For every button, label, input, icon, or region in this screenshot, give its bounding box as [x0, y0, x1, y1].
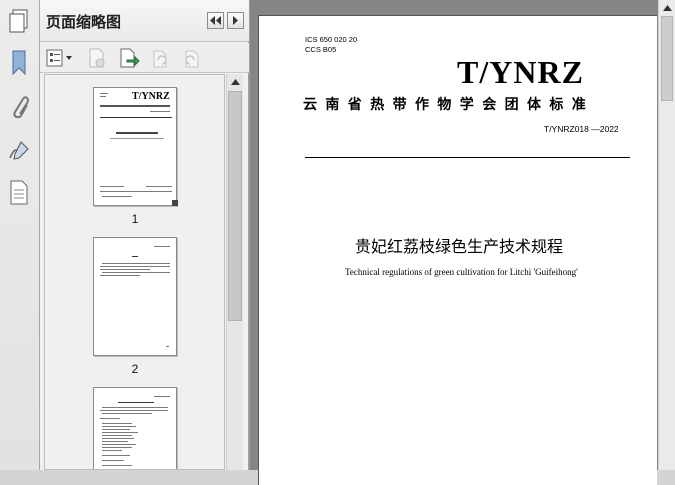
page-thumbnail-2[interactable] — [93, 237, 177, 356]
document-title-cn: 贵妃红荔枝绿色生产技术规程 — [355, 237, 564, 256]
ics-code: ICS 650 020 20 — [305, 35, 358, 44]
signatures-icon[interactable] — [5, 136, 33, 166]
attachments-paperclip-icon[interactable] — [5, 92, 33, 122]
standard-number: T/YNRZ018 —2022 — [544, 124, 619, 134]
page-thumbnails-panel: 页面缩略图 T/YNRZ 1 2 — [40, 0, 249, 470]
scrollbar-thumb[interactable] — [228, 91, 242, 321]
rotate-right-icon[interactable] — [180, 47, 202, 69]
rotate-left-icon[interactable] — [148, 47, 170, 69]
options-menu-icon[interactable] — [46, 47, 74, 69]
panel-title: 页面缩略图 — [46, 13, 122, 31]
delete-page-icon[interactable] — [86, 47, 108, 69]
thumbnail-toolbar — [40, 43, 249, 73]
panel-next-arrow-button[interactable] — [227, 12, 244, 29]
page-thumbnail-3[interactable] — [93, 387, 177, 469]
document-title-en: Technical regulations of green cultivati… — [345, 267, 578, 277]
scroll-up-arrow-icon[interactable] — [227, 74, 243, 90]
doc-scroll-up-icon[interactable] — [663, 5, 672, 11]
page-thumbnail-1[interactable]: T/YNRZ — [93, 87, 177, 206]
document-icon[interactable] — [5, 178, 33, 208]
collapse-panel-button[interactable] — [207, 12, 224, 29]
thumbnail-scrollbar[interactable] — [226, 74, 243, 470]
bookmarks-icon[interactable] — [5, 48, 33, 78]
thumbnail-list: T/YNRZ 1 2 — [44, 74, 225, 470]
thumbnail-label-2: 2 — [131, 362, 139, 376]
thumbnail-logo: T/YNRZ — [132, 91, 170, 102]
organization-name: 云南省热带作物学会团体标准 — [303, 97, 595, 113]
standard-logo: T/YNRZ — [457, 54, 584, 90]
navigation-toolstrip — [0, 0, 40, 470]
thumbnail-label-1: 1 — [131, 212, 139, 226]
document-page: ICS 650 020 20 CCS B05 T/YNRZ 云南省热带作物学会团… — [258, 15, 657, 485]
document-viewport[interactable]: ICS 650 020 20 CCS B05 T/YNRZ 云南省热带作物学会团… — [250, 0, 658, 485]
panel-header: 页面缩略图 — [40, 0, 249, 42]
header-divider — [305, 157, 630, 158]
pages-panel-icon[interactable] — [5, 6, 33, 36]
ccs-code: CCS B05 — [305, 45, 337, 54]
document-scrollbar[interactable] — [658, 0, 675, 470]
extract-pages-icon[interactable] — [118, 47, 140, 69]
document-scrollbar-thumb[interactable] — [661, 16, 673, 101]
thumbnail-resize-handle[interactable] — [172, 200, 178, 206]
